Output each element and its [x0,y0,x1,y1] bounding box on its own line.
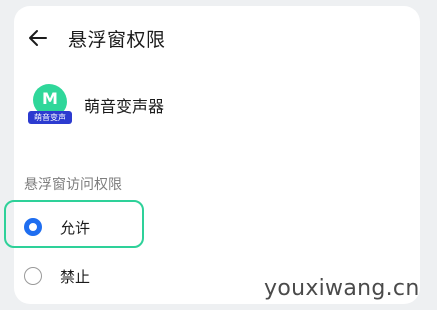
section-label: 悬浮窗访问权限 [24,177,122,193]
app-name: 萌音变声器 [84,97,165,116]
option-deny[interactable]: 禁止 [24,259,90,293]
app-row: M 萌音变声 萌音变声器 [28,84,165,126]
app-logo-letters: M [42,89,58,108]
radio-selected-icon[interactable] [24,218,42,236]
page-title: 悬浮窗权限 [68,28,166,51]
watermark: youxiwang.cn [264,276,420,301]
back-button[interactable] [24,24,52,52]
option-allow[interactable]: 允许 [24,210,90,244]
option-label: 允许 [60,218,91,237]
arrow-left-icon [29,30,47,46]
app-logo-icon: M 萌音变声 [28,84,72,126]
header: 悬浮窗权限 [24,22,166,54]
app-logo-tag: 萌音变声 [28,111,72,124]
option-label: 禁止 [60,267,91,286]
radio-unselected-icon[interactable] [24,267,42,285]
